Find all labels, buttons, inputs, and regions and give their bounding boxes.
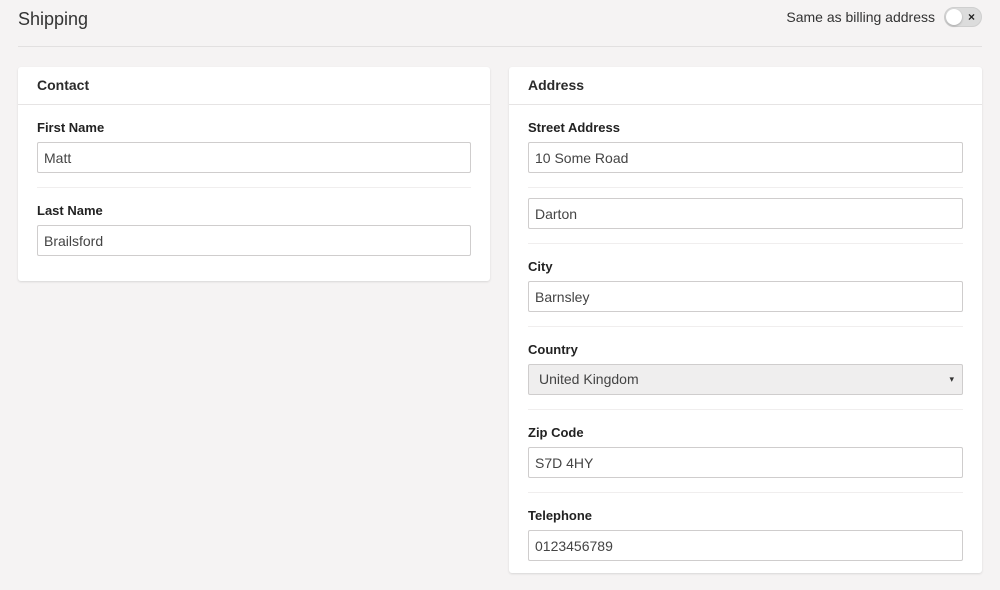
- same-as-billing-toggle[interactable]: ×: [944, 7, 982, 27]
- street-address-line2-input[interactable]: [528, 198, 963, 229]
- city-field-group: City: [528, 244, 963, 327]
- country-field-group: Country United Kingdom ▾: [528, 327, 963, 410]
- close-icon: ×: [967, 10, 975, 24]
- zip-code-field-group: Zip Code: [528, 410, 963, 493]
- last-name-input[interactable]: [37, 225, 471, 256]
- first-name-label: First Name: [37, 120, 105, 135]
- street-address-line2-field-group: [528, 188, 963, 244]
- last-name-field-group: Last Name: [37, 188, 471, 270]
- same-as-billing-control: Same as billing address ×: [786, 7, 982, 27]
- page-header: Shipping Same as billing address ×: [18, 0, 982, 47]
- street-address-label: Street Address: [528, 120, 620, 135]
- first-name-field-group: First Name: [37, 105, 471, 188]
- zip-code-label: Zip Code: [528, 425, 584, 440]
- contact-card: Contact First Name Last Name: [18, 67, 490, 281]
- city-label: City: [528, 259, 553, 274]
- page-title: Shipping: [18, 9, 89, 29]
- same-as-billing-label: Same as billing address: [786, 9, 935, 25]
- chevron-down-icon: ▾: [949, 374, 954, 384]
- street-address-field-group: Street Address: [528, 105, 963, 188]
- telephone-input[interactable]: [528, 530, 963, 561]
- address-card: Address Street Address City Country Unit…: [509, 67, 982, 573]
- street-address-input[interactable]: [528, 142, 963, 173]
- city-input[interactable]: [528, 281, 963, 312]
- toggle-knob: [946, 9, 962, 25]
- country-label: Country: [528, 342, 578, 357]
- zip-code-input[interactable]: [528, 447, 963, 478]
- address-card-title: Address: [509, 67, 982, 105]
- telephone-field-group: Telephone: [528, 493, 963, 575]
- telephone-label: Telephone: [528, 508, 593, 523]
- last-name-label: Last Name: [37, 203, 103, 218]
- country-select-value: United Kingdom: [539, 371, 639, 387]
- country-select[interactable]: United Kingdom ▾: [528, 364, 963, 395]
- contact-card-title: Contact: [18, 67, 490, 105]
- first-name-input[interactable]: [37, 142, 471, 173]
